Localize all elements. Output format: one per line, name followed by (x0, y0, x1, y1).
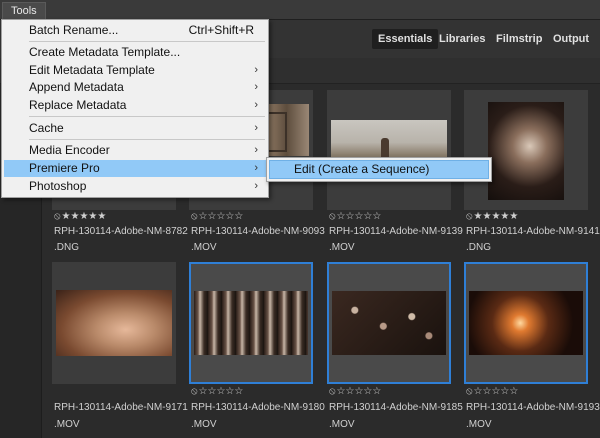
submenu-arrow-icon: › (254, 99, 258, 111)
workspace-filmstrip-tab[interactable]: Filmstrip (490, 29, 548, 49)
menu-item-label: Media Encoder (29, 143, 110, 157)
stars-filled: ★★★★★ (61, 211, 107, 222)
file-name: RPH-130114-Adobe-NM-9180 (191, 402, 325, 413)
file-extension: .DNG (54, 242, 79, 253)
tools-dropdown-menu: Batch Rename... Ctrl+Shift+R Create Meta… (1, 19, 269, 198)
file-name: RPH-130114-Adobe-NM-9141 (466, 226, 600, 237)
star-rating[interactable]: ⦸☆☆☆☆☆ (329, 386, 381, 397)
menu-separator (29, 116, 265, 117)
file-extension: .DNG (466, 242, 491, 253)
menu-item-edit-create-sequence[interactable]: Edit (Create a Sequence) (269, 160, 489, 179)
menu-separator (29, 41, 265, 42)
thumbnail-cell-selected[interactable]: ⦸☆☆☆☆☆ RPH-130114-Adobe-NM-9185 .MOV (327, 262, 463, 432)
submenu-arrow-icon: › (254, 81, 258, 93)
reject-icon: ⦸ (329, 211, 336, 222)
menu-item-media-encoder[interactable]: Media Encoder › (4, 142, 266, 159)
menu-item-premiere-pro[interactable]: Premiere Pro › (4, 160, 266, 177)
menu-item-edit-metadata-template[interactable]: Edit Metadata Template › (4, 62, 266, 79)
thumbnail-cell-selected[interactable]: ⦸☆☆☆☆☆ RPH-130114-Adobe-NM-9193 .MOV (464, 262, 600, 432)
reject-icon: ⦸ (54, 211, 61, 222)
thumbnail-frame-selected[interactable] (189, 262, 313, 384)
menu-item-cache[interactable]: Cache › (4, 120, 266, 137)
stars-empty: ☆☆☆☆☆ (336, 211, 382, 222)
menu-item-label: Batch Rename... (29, 23, 119, 37)
menu-item-label: Photoshop (29, 179, 87, 193)
thumbnail-frame-selected[interactable] (327, 262, 451, 384)
workspace-output-tab[interactable]: Output (547, 29, 595, 49)
stars-empty: ☆☆☆☆☆ (473, 386, 519, 397)
reject-icon: ⦸ (466, 386, 473, 397)
menu-item-label: Create Metadata Template... (29, 45, 181, 59)
thumbnail-frame-selected[interactable] (464, 262, 588, 384)
stars-empty: ☆☆☆☆☆ (198, 211, 244, 222)
menu-item-replace-metadata[interactable]: Replace Metadata › (4, 97, 266, 114)
stars-empty: ☆☆☆☆☆ (336, 386, 382, 397)
file-name: RPH-130114-Adobe-NM-9193 (466, 402, 600, 413)
menu-bar: Tools (0, 0, 600, 20)
thumbnail-image (194, 291, 308, 355)
file-name: RPH-130114-Adobe-NM-9171 (54, 402, 188, 413)
menu-item-append-metadata[interactable]: Append Metadata › (4, 79, 266, 96)
premiere-pro-submenu: Edit (Create a Sequence) (266, 157, 492, 182)
menu-item-photoshop[interactable]: Photoshop › (4, 178, 266, 195)
thumbnail-image (332, 291, 446, 355)
star-rating[interactable]: ⦸★★★★★ (54, 211, 106, 222)
menu-item-create-metadata-template[interactable]: Create Metadata Template... (4, 44, 266, 61)
star-rating[interactable]: ⦸☆☆☆☆☆ (191, 386, 243, 397)
file-extension: .MOV (191, 419, 217, 430)
submenu-arrow-icon: › (254, 144, 258, 156)
thumbnail-frame[interactable] (52, 262, 176, 384)
reject-icon: ⦸ (329, 386, 336, 397)
file-extension: .MOV (466, 419, 492, 430)
stars-empty: ☆☆☆☆☆ (198, 386, 244, 397)
thumbnail-image (56, 290, 172, 356)
menu-item-label: Append Metadata (29, 80, 124, 94)
submenu-arrow-icon: › (254, 180, 258, 192)
thumbnail-frame[interactable] (327, 90, 451, 210)
workspace-essentials-tab[interactable]: Essentials (372, 29, 439, 49)
menu-item-label: Edit Metadata Template (29, 63, 155, 77)
thumbnail-image (469, 291, 583, 355)
thumbnail-frame[interactable] (464, 90, 588, 210)
thumbnail-cell-selected[interactable]: ⦸☆☆☆☆☆ RPH-130114-Adobe-NM-9180 .MOV (189, 262, 325, 432)
stars-filled: ★★★★★ (473, 211, 519, 222)
menu-separator (29, 139, 265, 140)
menu-item-label: Cache (29, 121, 64, 135)
submenu-arrow-icon: › (254, 64, 258, 76)
thumbnail-image (488, 102, 564, 200)
menu-item-shortcut: Ctrl+Shift+R (188, 23, 254, 37)
workspace-libraries-tab[interactable]: Libraries (433, 29, 491, 49)
file-extension: .MOV (191, 242, 217, 253)
reject-icon: ⦸ (191, 211, 198, 222)
file-name: RPH-130114-Adobe-NM-9139 (329, 226, 463, 237)
menu-item-label: Replace Metadata (29, 98, 127, 112)
thumbnail-cell[interactable]: RPH-130114-Adobe-NM-9171 .MOV (52, 262, 188, 432)
menu-item-batch-rename[interactable]: Batch Rename... Ctrl+Shift+R (4, 22, 266, 39)
submenu-arrow-icon: › (254, 162, 258, 174)
tools-menu-button[interactable]: Tools (2, 2, 46, 19)
reject-icon: ⦸ (191, 386, 198, 397)
star-rating[interactable]: ⦸☆☆☆☆☆ (191, 211, 243, 222)
star-rating[interactable]: ⦸☆☆☆☆☆ (329, 211, 381, 222)
file-extension: .MOV (54, 419, 80, 430)
file-name: RPH-130114-Adobe-NM-9185 (329, 402, 463, 413)
star-rating[interactable]: ⦸★★★★★ (466, 211, 518, 222)
file-name: RPH-130114-Adobe-NM-8782 (54, 226, 188, 237)
star-rating[interactable]: ⦸☆☆☆☆☆ (466, 386, 518, 397)
submenu-arrow-icon: › (254, 122, 258, 134)
file-name: RPH-130114-Adobe-NM-9093 (191, 226, 325, 237)
file-extension: .MOV (329, 419, 355, 430)
file-extension: .MOV (329, 242, 355, 253)
menu-item-label: Premiere Pro (29, 161, 100, 175)
reject-icon: ⦸ (466, 211, 473, 222)
